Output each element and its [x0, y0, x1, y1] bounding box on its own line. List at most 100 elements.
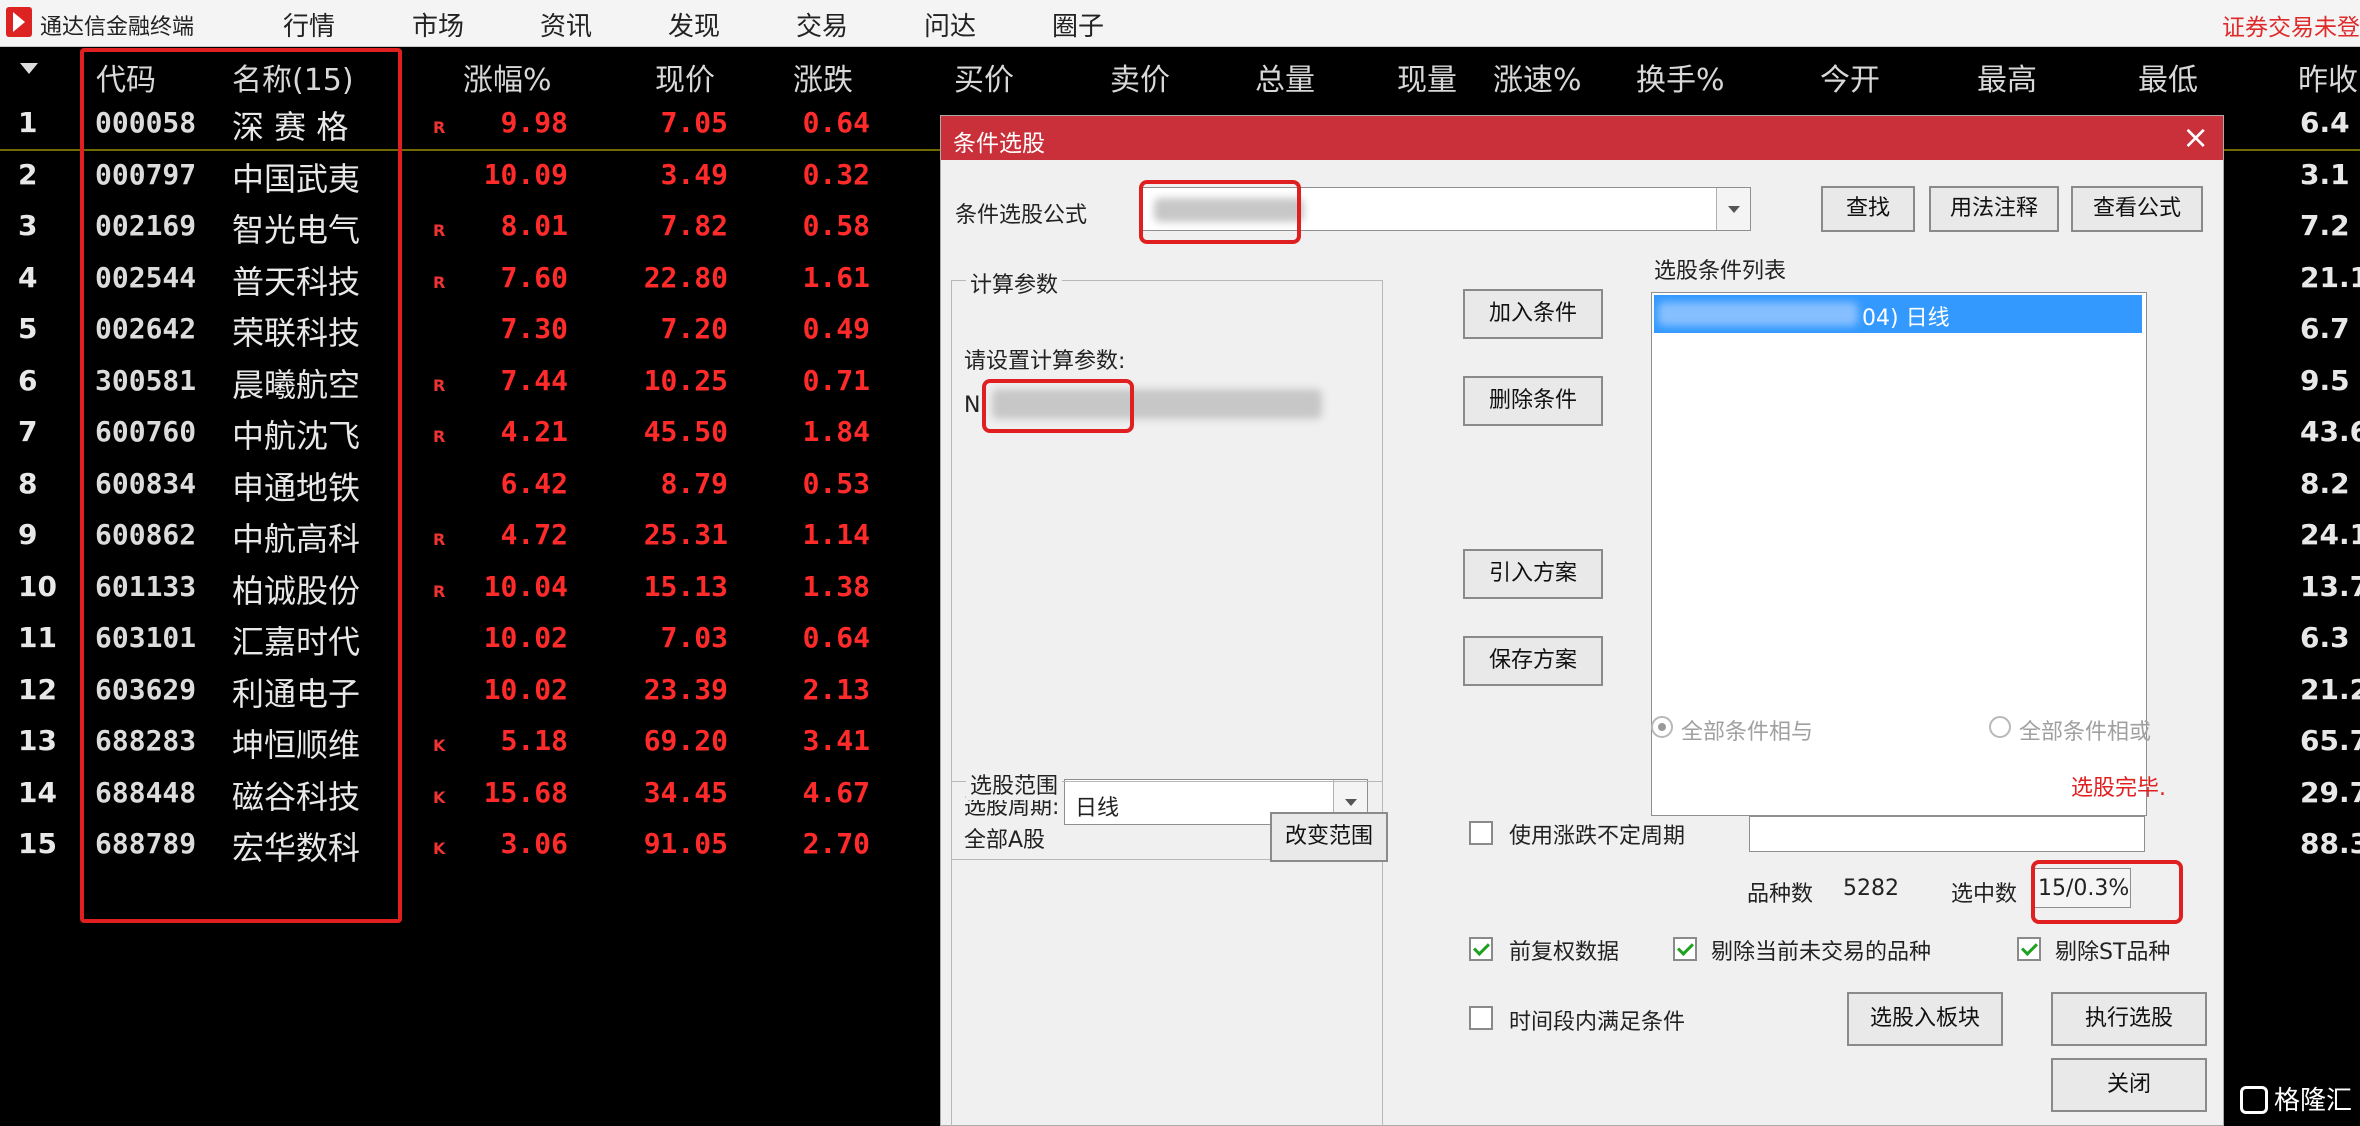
row-change: 2.13: [802, 672, 870, 706]
import-plan-button[interactable]: 引入方案: [1463, 549, 1603, 599]
row-index: 14: [18, 775, 57, 809]
col-header-chg-pct[interactable]: 涨幅%: [463, 55, 552, 99]
chevron-down-icon[interactable]: [1716, 188, 1750, 230]
dialog-title: 条件选股: [953, 131, 1045, 157]
radio-and[interactable]: [1651, 716, 1673, 738]
period-input[interactable]: [1749, 816, 2145, 852]
condition-list-item[interactable]: 04) 日线: [1654, 295, 2142, 333]
time-range-checkbox[interactable]: [1469, 1006, 1493, 1030]
menu-news[interactable]: 资讯: [540, 6, 592, 43]
row-tag-icon: K: [433, 839, 446, 858]
row-tag-icon: R: [433, 530, 446, 549]
use-period-checkbox[interactable]: [1469, 821, 1493, 845]
redacted-condition-name: [1658, 302, 1858, 326]
menu-market[interactable]: 市场: [412, 6, 464, 43]
row-price: 3.49: [660, 157, 728, 191]
row-price: 7.05: [660, 106, 728, 139]
done-status: 选股完毕.: [2071, 776, 2166, 801]
change-range-button[interactable]: 改变范围: [1270, 812, 1388, 862]
delete-condition-button[interactable]: 删除条件: [1463, 376, 1603, 426]
row-index: 9: [18, 518, 38, 551]
row-price: 8.79: [660, 466, 728, 500]
row-change: 1.84: [802, 415, 870, 448]
cond-list-title: 选股条件列表: [1654, 259, 1787, 284]
row-index: 1: [18, 106, 38, 139]
radio-or[interactable]: [1989, 716, 2011, 738]
selected-label: 选中数: [1951, 882, 2018, 907]
find-button[interactable]: 查找: [1821, 186, 1915, 232]
view-formula-button[interactable]: 查看公式: [2071, 186, 2203, 232]
menu-bar: 通达信金融终端 行情 市场 资讯 发现 交易 问达 圈子 证券交易未登: [0, 0, 2360, 47]
menu-ask[interactable]: 问达: [924, 6, 976, 43]
radio-or-label: 全部条件相或: [2019, 720, 2152, 745]
total-label: 品种数: [1747, 882, 1814, 907]
row-price: 22.80: [643, 260, 728, 294]
row-tag-icon: R: [433, 118, 446, 137]
row-price: 34.45: [643, 775, 728, 809]
row-prev-close: 21.2: [2300, 672, 2360, 706]
sort-caret-icon[interactable]: [20, 63, 38, 74]
to-block-button[interactable]: 选股入板块: [1847, 992, 2003, 1046]
row-index: 6: [18, 363, 38, 397]
range-title: 选股范围: [966, 768, 1063, 800]
row-tag-icon: R: [433, 581, 446, 601]
row-index: 12: [18, 672, 57, 706]
remove-untraded-checkbox[interactable]: [1673, 937, 1697, 961]
col-header-turnover[interactable]: 换手%: [1636, 55, 1725, 99]
col-header-high[interactable]: 最高: [1977, 55, 2037, 99]
annotation-formula-box: [1139, 180, 1301, 244]
col-header-last-vol[interactable]: 现量: [1397, 55, 1457, 99]
col-header-low[interactable]: 最低: [2138, 55, 2198, 99]
row-prev-close: 6.4: [2300, 106, 2350, 139]
col-header-open[interactable]: 今开: [1820, 55, 1880, 99]
row-change: 0.64: [802, 621, 870, 654]
remove-st-checkbox[interactable]: [2017, 937, 2041, 961]
row-prev-close: 7.2: [2300, 209, 2350, 242]
adjust-checkbox[interactable]: [1469, 937, 1493, 961]
row-chg-pct: 4.72: [500, 518, 568, 551]
row-chg-pct: 6.42: [500, 466, 568, 500]
row-price: 23.39: [643, 672, 728, 706]
col-header-change[interactable]: 涨跌: [793, 55, 853, 99]
row-index: 5: [18, 312, 38, 345]
row-change: 4.67: [802, 775, 870, 809]
row-tag-icon: R: [433, 375, 446, 395]
menu-discover[interactable]: 发现: [668, 6, 720, 43]
dialog-titlebar[interactable]: 条件选股 ×: [941, 116, 2223, 160]
row-index: 13: [18, 724, 57, 757]
row-chg-pct: 7.30: [500, 312, 568, 345]
annotation-param-box: [982, 379, 1134, 433]
row-prev-close: 3.1: [2300, 157, 2350, 191]
row-price: 7.82: [660, 209, 728, 242]
col-header-prev-close[interactable]: 昨收: [2298, 55, 2358, 99]
use-period-label: 使用涨跌不定周期: [1509, 824, 1686, 849]
close-button[interactable]: 关闭: [2051, 1058, 2207, 1112]
close-icon[interactable]: ×: [2182, 118, 2209, 156]
row-chg-pct: 5.18: [500, 724, 568, 757]
row-chg-pct: 3.06: [500, 827, 568, 860]
calc-params-hint: 请设置计算参数:: [964, 349, 1126, 374]
row-change: 0.49: [802, 312, 870, 345]
menu-circle[interactable]: 圈子: [1052, 6, 1104, 43]
col-header-volume[interactable]: 总量: [1255, 55, 1315, 99]
row-price: 69.20: [643, 724, 728, 757]
row-price: 45.50: [643, 415, 728, 448]
col-header-bid[interactable]: 买价: [954, 55, 1014, 99]
col-header-ask[interactable]: 卖价: [1110, 55, 1170, 99]
col-header-price[interactable]: 现价: [655, 55, 715, 99]
save-plan-button[interactable]: 保存方案: [1463, 636, 1603, 686]
condition-select-dialog: 条件选股 × 条件选股公式 查找 用法注释 查看公式 计算参数 请设置计算参数:…: [940, 115, 2224, 1126]
row-tag-icon: K: [433, 736, 446, 755]
usage-button[interactable]: 用法注释: [1929, 186, 2059, 232]
menu-trade[interactable]: 交易: [796, 6, 848, 43]
row-price: 7.03: [660, 621, 728, 654]
col-header-speed[interactable]: 涨速%: [1493, 55, 1582, 99]
menu-quotes[interactable]: 行情: [283, 6, 335, 43]
row-change: 1.14: [802, 518, 870, 551]
row-index: 3: [18, 209, 38, 242]
login-status[interactable]: 证券交易未登: [2222, 8, 2360, 42]
execute-button[interactable]: 执行选股: [2051, 992, 2207, 1046]
total-value: 5282: [1843, 876, 1899, 901]
row-chg-pct: 9.98: [500, 106, 568, 139]
add-condition-button[interactable]: 加入条件: [1463, 289, 1603, 339]
